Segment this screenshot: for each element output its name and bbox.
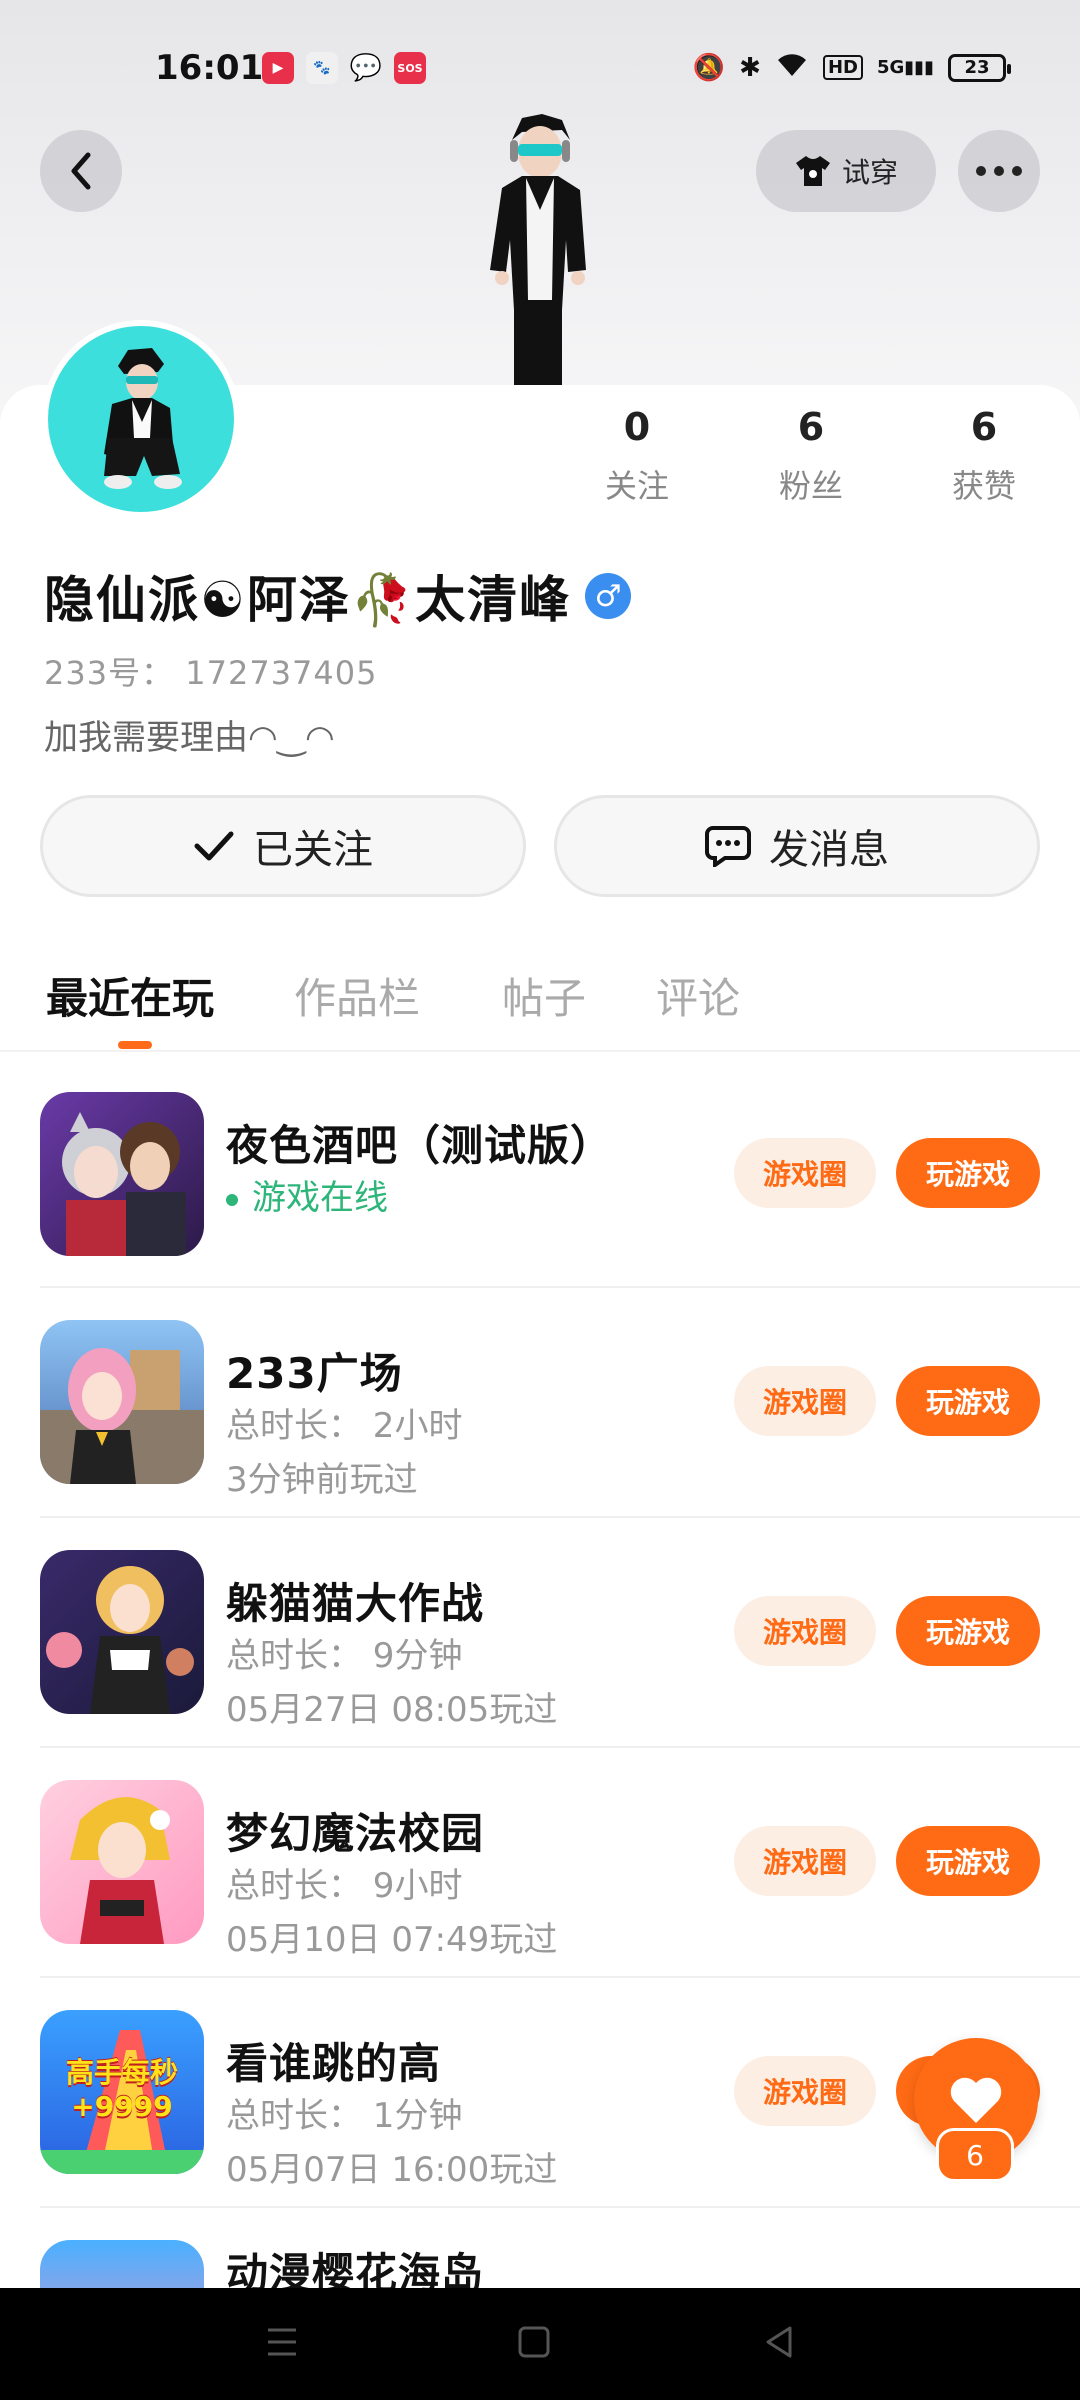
male-gender-icon: ♂ bbox=[585, 573, 632, 619]
stat-following-label: 关注 bbox=[604, 467, 669, 505]
row-divider bbox=[40, 2206, 1080, 2208]
game-title: 233广场 bbox=[226, 1349, 403, 1398]
heart-icon bbox=[950, 2077, 1002, 2123]
row-divider bbox=[40, 1976, 1080, 1978]
try-on-button[interactable]: 试穿 bbox=[756, 130, 936, 212]
profile-tabs: 最近在玩 作品栏 帖子 评论 bbox=[0, 965, 1080, 1051]
tab-works[interactable]: 作品栏 bbox=[294, 965, 420, 1026]
system-navigation-bar bbox=[0, 2288, 1080, 2400]
row-divider bbox=[40, 1286, 1080, 1288]
chevron-left-icon bbox=[71, 152, 91, 190]
network-type: 5G bbox=[876, 57, 905, 78]
game-title: 躲猫猫大作战 bbox=[226, 1579, 485, 1628]
play-game-button[interactable]: 玩游戏 bbox=[896, 1138, 1040, 1208]
status-time: 16:01 bbox=[155, 48, 264, 88]
avatar-3d-character bbox=[490, 114, 586, 390]
home-icon[interactable] bbox=[514, 2322, 554, 2362]
game-icon-233-square bbox=[40, 1320, 204, 1484]
back-nav-icon[interactable] bbox=[760, 2322, 800, 2362]
game-circle-button[interactable]: 游戏圈 bbox=[734, 1366, 876, 1436]
battery-level: 23 bbox=[964, 57, 990, 78]
like-count-badge: 6 bbox=[936, 2128, 1014, 2182]
stat-followers-label: 粉丝 bbox=[778, 467, 843, 505]
game-circle-button[interactable]: 游戏圈 bbox=[734, 1596, 876, 1666]
game-icon-hide-and-seek bbox=[40, 1550, 204, 1714]
stat-followers[interactable]: 6 粉丝 bbox=[741, 405, 881, 507]
game-last-played: 05月10日 07:49玩过 bbox=[226, 1920, 558, 1960]
system-status-icons: 🔕 ✱ HD 5G▮▮▮ 23 bbox=[692, 50, 1011, 85]
game-row[interactable]: 动漫樱花海岛 bbox=[0, 2240, 1080, 2288]
hd-icon: HD bbox=[822, 55, 863, 80]
game-circle-button[interactable]: 游戏圈 bbox=[734, 1826, 876, 1896]
profile-bio: 加我需要理由◠‿◠ bbox=[44, 718, 335, 758]
game-icon-sakura-island bbox=[40, 2240, 204, 2288]
stat-followers-count: 6 bbox=[797, 405, 825, 449]
stat-likes-label: 获赞 bbox=[951, 467, 1016, 505]
tabs-divider bbox=[0, 1050, 1080, 1052]
game-last-played: 05月27日 08:05玩过 bbox=[226, 1690, 558, 1730]
signal-icon: 5G▮▮▮ bbox=[876, 57, 934, 78]
game-online-status: 游戏在线 bbox=[226, 1170, 388, 1219]
row-divider bbox=[40, 1516, 1080, 1518]
play-game-button[interactable]: 玩游戏 bbox=[896, 1366, 1040, 1436]
bluetooth-icon: ✱ bbox=[739, 52, 761, 83]
menu-icon[interactable] bbox=[262, 2322, 302, 2362]
game-title: 夜色酒吧（测试版） bbox=[226, 1121, 614, 1170]
game-last-played: 3分钟前玩过 bbox=[226, 1460, 418, 1500]
stat-likes[interactable]: 6 获赞 bbox=[914, 405, 1054, 507]
wifi-icon bbox=[775, 50, 809, 85]
tab-recently-played[interactable]: 最近在玩 bbox=[46, 965, 214, 1026]
stat-following-count: 0 bbox=[623, 405, 651, 449]
game-total-time: 总时长： 1分钟 bbox=[226, 2096, 463, 2136]
user-id: 233号： 172737405 bbox=[44, 654, 378, 692]
avatar-character-image bbox=[104, 348, 182, 489]
tab-comments[interactable]: 评论 bbox=[656, 965, 740, 1026]
wechat-icon: 💬 bbox=[349, 53, 383, 83]
mute-icon: 🔕 bbox=[692, 52, 726, 83]
game-circle-button[interactable]: 游戏圈 bbox=[734, 2056, 876, 2126]
profile-name: 隐仙派☯阿泽🥀太清峰 bbox=[44, 571, 572, 629]
tab-posts[interactable]: 帖子 bbox=[502, 965, 586, 1026]
tshirt-icon bbox=[795, 156, 830, 186]
stat-following[interactable]: 0 关注 bbox=[567, 405, 707, 507]
battery-icon: 23 bbox=[948, 53, 1011, 82]
game-online-label: 游戏在线 bbox=[252, 1178, 388, 1218]
try-on-label: 试穿 bbox=[841, 156, 898, 189]
more-options-button[interactable] bbox=[958, 130, 1040, 212]
active-tab-indicator bbox=[118, 1041, 152, 1049]
followed-button[interactable]: 已关注 bbox=[40, 795, 526, 897]
profile-name-row: 隐仙派☯阿泽🥀太清峰 ♂ bbox=[44, 560, 632, 632]
game-title: 动漫樱花海岛 bbox=[226, 2249, 485, 2288]
online-dot-icon bbox=[226, 1193, 238, 1206]
game-last-played: 05月07日 16:00玩过 bbox=[226, 2150, 558, 2190]
sos-icon: SOS bbox=[394, 52, 426, 84]
play-game-button[interactable]: 玩游戏 bbox=[896, 1596, 1040, 1666]
more-dots-icon bbox=[976, 166, 1022, 176]
notification-icons: ▶ 🐾 💬 SOS bbox=[262, 52, 426, 84]
game-circle-button[interactable]: 游戏圈 bbox=[734, 1138, 876, 1208]
user-avatar[interactable] bbox=[42, 320, 240, 518]
game-total-time: 总时长： 2小时 bbox=[226, 1406, 463, 1446]
game-icon-magic-school bbox=[40, 1780, 204, 1944]
game-total-time: 总时长： 9小时 bbox=[226, 1866, 463, 1906]
send-message-label: 发消息 bbox=[769, 827, 889, 873]
game-icon-jump-high: 高手每秒 +9999 bbox=[40, 2010, 204, 2174]
game-title: 看谁跳的高 bbox=[226, 2039, 442, 2088]
row-divider bbox=[40, 1746, 1080, 1748]
stat-likes-count: 6 bbox=[970, 405, 998, 449]
play-game-button[interactable]: 玩游戏 bbox=[896, 1826, 1040, 1896]
game-total-time: 总时长： 9分钟 bbox=[226, 1636, 463, 1676]
game-icon-caption: 高手每秒 +9999 bbox=[65, 2056, 178, 2123]
game-title: 梦幻魔法校园 bbox=[226, 1809, 485, 1858]
video-app-icon: ▶ bbox=[262, 52, 294, 84]
back-button[interactable] bbox=[40, 130, 122, 212]
send-message-button[interactable]: 发消息 bbox=[554, 795, 1040, 897]
baidu-app-icon: 🐾 bbox=[306, 52, 338, 84]
game-icon-night-bar bbox=[40, 1092, 204, 1256]
followed-label: 已关注 bbox=[253, 827, 373, 873]
checkmark-icon bbox=[194, 831, 234, 861]
chat-bubble-icon bbox=[705, 826, 751, 867]
status-bar: 16:01 ▶ 🐾 💬 SOS 🔕 ✱ HD 5G▮▮▮ 23 bbox=[0, 40, 1080, 100]
